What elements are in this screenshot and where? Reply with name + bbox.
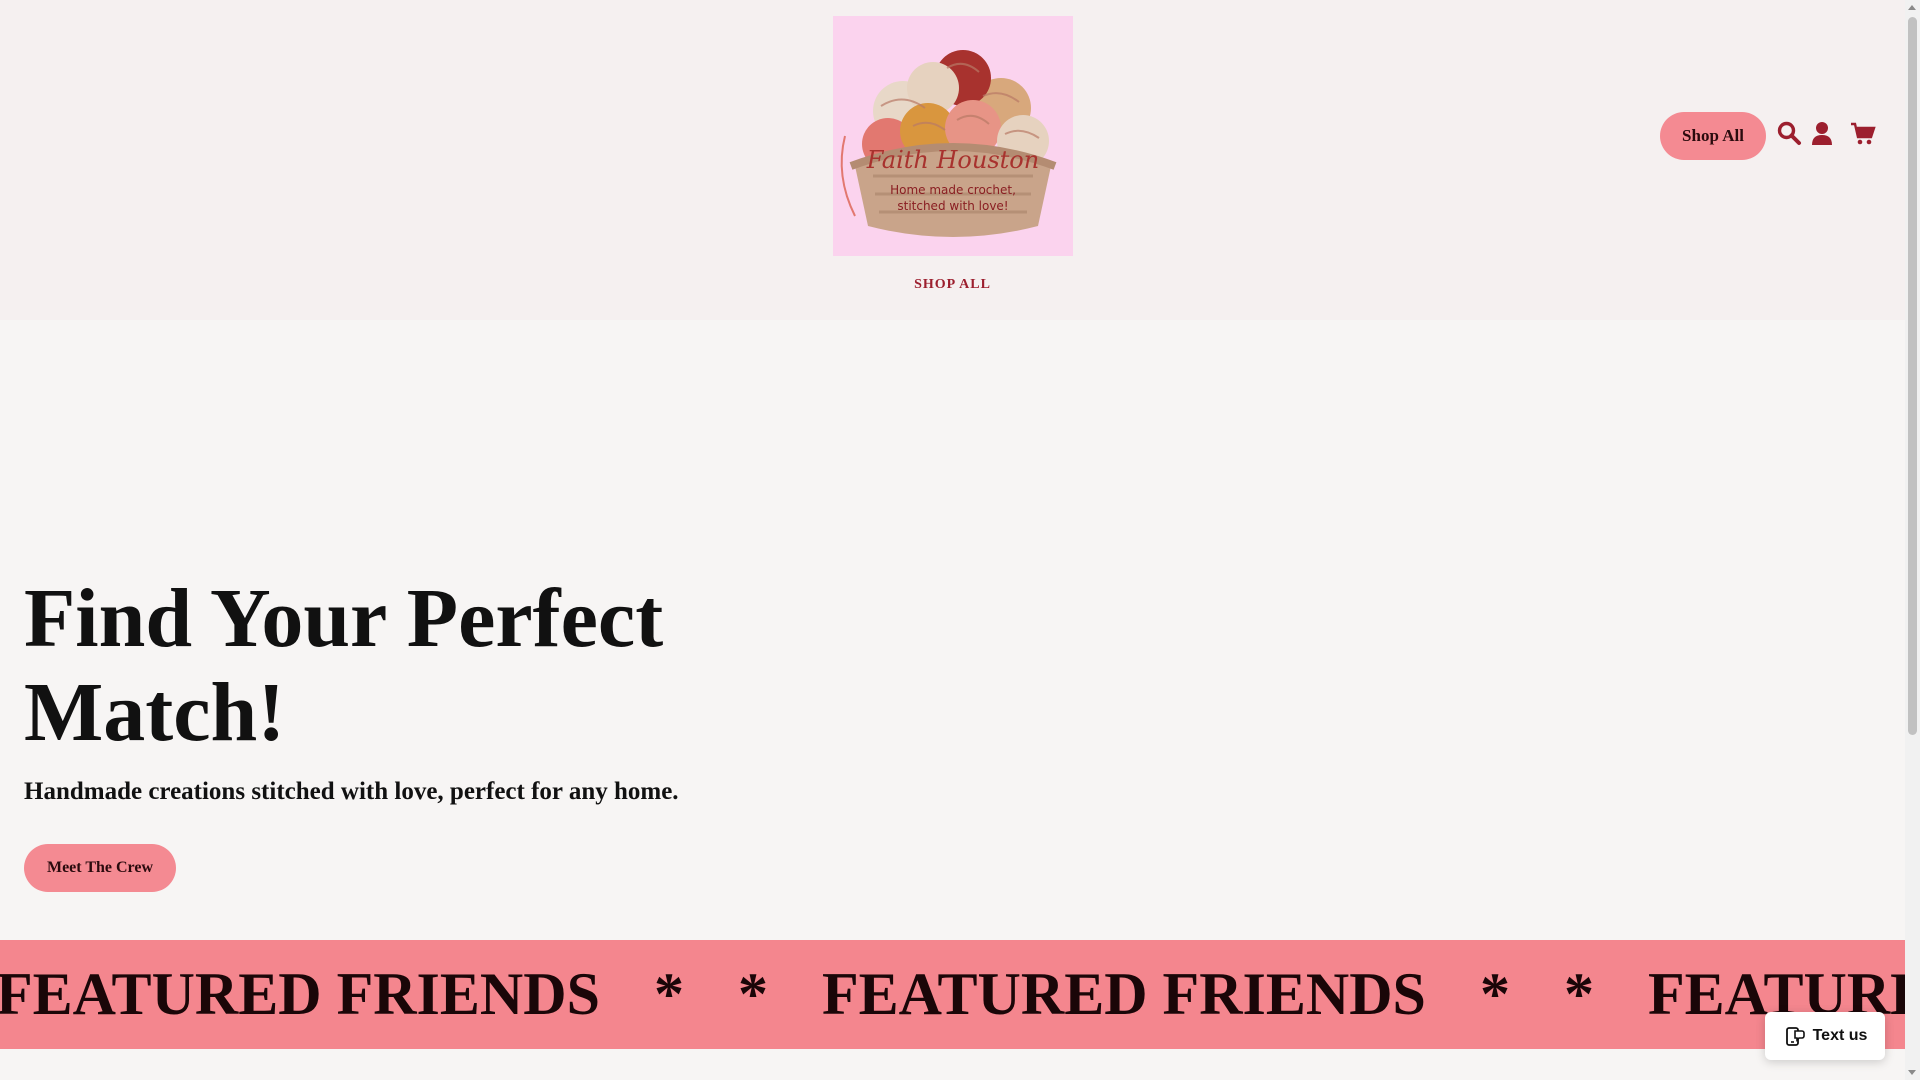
yarn-basket-logo: Faith Houston Home made crochet, stitche… bbox=[833, 16, 1073, 256]
text-us-button[interactable]: Text us bbox=[1765, 1012, 1885, 1060]
meet-the-crew-button[interactable]: Meet The Crew bbox=[24, 844, 176, 892]
marquee-separator: * bbox=[1563, 961, 1594, 1027]
scroll-up-arrow-icon[interactable] bbox=[1908, 5, 1916, 10]
site-header: Faith Houston Home made crochet, stitche… bbox=[0, 0, 1905, 320]
search-icon[interactable] bbox=[1776, 120, 1802, 146]
marquee-separator: * bbox=[737, 961, 768, 1027]
brand-logo[interactable]: Faith Houston Home made crochet, stitche… bbox=[833, 16, 1073, 256]
featured-friends-marquee: FEATURED FRIENDS * * FEATURED FRIENDS * … bbox=[0, 940, 1905, 1049]
shop-all-button[interactable]: Shop All bbox=[1660, 112, 1766, 160]
hero-subtitle: Handmade creations stitched with love, p… bbox=[24, 778, 679, 805]
scroll-down-arrow-icon[interactable] bbox=[1908, 1070, 1916, 1075]
scroll-thumb[interactable] bbox=[1908, 17, 1917, 735]
cart-icon[interactable] bbox=[1850, 120, 1876, 146]
text-us-label: Text us bbox=[1812, 1027, 1868, 1044]
marquee-separator: * bbox=[1479, 961, 1510, 1027]
marquee-text: FEATURED FRIENDS bbox=[821, 961, 1426, 1027]
svg-text:Faith Houston: Faith Houston bbox=[866, 146, 1039, 174]
nav-shop-all[interactable]: SHOP ALL bbox=[0, 277, 1905, 293]
marquee-separator: * bbox=[653, 961, 684, 1027]
page-scrollbar[interactable] bbox=[1905, 0, 1920, 1080]
account-icon[interactable] bbox=[1809, 120, 1835, 146]
message-icon bbox=[1785, 1027, 1805, 1046]
svg-text:stitched with love!: stitched with love! bbox=[897, 199, 1008, 213]
hero-title: Find Your Perfect Match! bbox=[24, 572, 664, 759]
marquee-text: FEATURED FRIENDS bbox=[0, 961, 600, 1027]
marquee-track: FEATURED FRIENDS * * FEATURED FRIENDS * … bbox=[0, 940, 1905, 1049]
svg-text:Home made crochet,: Home made crochet, bbox=[890, 183, 1016, 197]
